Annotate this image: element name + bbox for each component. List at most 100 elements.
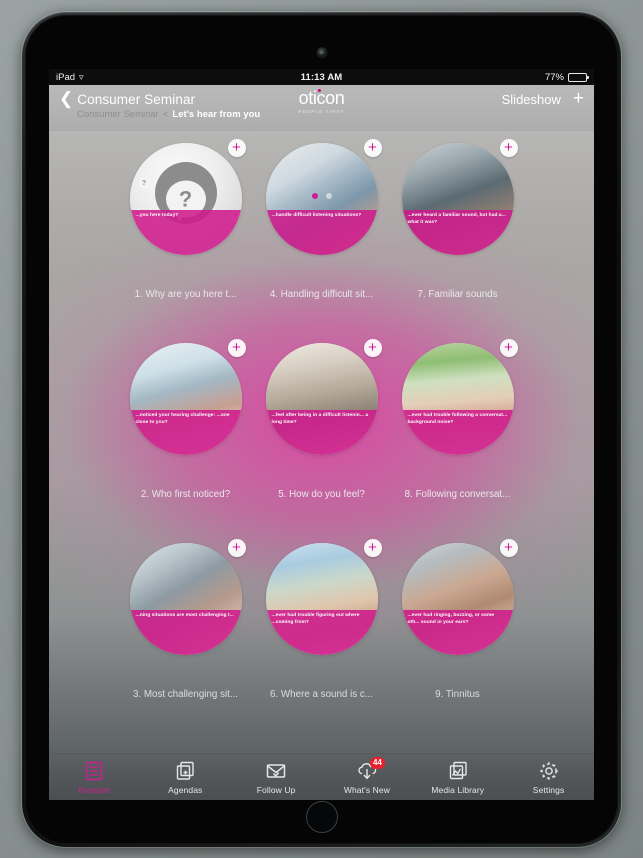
agendas-icon	[174, 760, 196, 782]
card-caption: ...you here today?	[129, 210, 242, 255]
tab-agendas[interactable]: Agendas	[140, 760, 231, 795]
chevron-left-icon[interactable]: ❮	[59, 90, 73, 107]
tab-label: Follow Up	[256, 784, 296, 795]
card-thumbnail[interactable]: ...handle difficult listening situations…	[265, 143, 378, 255]
screenshot-scene: iPad ▿ 11:13 AM 77% oticon PEOPLE FIRST	[0, 0, 643, 858]
card-thumbnail[interactable]: ...feel after being in a difficult liste…	[265, 343, 378, 455]
breadcrumb-current: Let's hear from you	[172, 109, 261, 120]
tab-label: Media Library	[431, 784, 485, 795]
card-thumbnail[interactable]: ...noticed your hearing challenge: ...on…	[129, 343, 242, 455]
card-thumbnail[interactable]: ...ever had trouble following a conversa…	[401, 343, 514, 455]
card-caption: ...ever had ringing, buzzing, or some ot…	[401, 610, 514, 655]
add-to-agenda-plus-icon[interactable]: +	[227, 539, 246, 557]
tab-settings[interactable]: Settings	[503, 760, 594, 795]
card-caption: ...noticed your hearing challenge: ...on…	[129, 410, 242, 455]
tab-label: Browser	[78, 784, 111, 795]
add-to-agenda-plus-icon[interactable]: +	[499, 339, 518, 357]
card-thumbnail[interactable]: ...ever had ringing, buzzing, or some ot…	[401, 543, 514, 655]
card-item[interactable]: ...ning situations are most challenging …	[129, 539, 246, 655]
add-to-agenda-plus-icon[interactable]: +	[499, 539, 518, 557]
battery-icon	[568, 72, 589, 82]
card-label: 3. Most challenging sit...	[132, 689, 239, 700]
notification-badge: 44	[369, 756, 385, 769]
add-to-agenda-plus-icon[interactable]: +	[363, 139, 382, 157]
cloud-download-icon: 44	[356, 756, 385, 782]
card-label: 7. Familiar sounds	[417, 289, 498, 300]
add-to-agenda-plus-icon[interactable]: +	[363, 539, 382, 557]
grid-row: ...ning situations are most challenging …	[49, 531, 594, 731]
card-label: 5. How do you feel?	[278, 489, 365, 500]
tab-label: Agendas	[168, 784, 203, 795]
envelope-check-icon	[265, 760, 287, 782]
page-indicator	[311, 193, 332, 199]
grid-row: ...noticed your hearing challenge: ...on…	[49, 331, 594, 531]
logo-wordmark: oticon	[298, 88, 345, 108]
browser-icon	[83, 760, 105, 782]
add-to-agenda-plus-icon[interactable]: +	[227, 139, 246, 157]
card-thumbnail[interactable]: ? ? ? ? ...you here today?	[129, 143, 242, 255]
card-thumbnail[interactable]: ...ever heard a familiar sound, but had …	[401, 143, 514, 255]
logo-word-text: oticon	[298, 88, 345, 108]
card-labels-row: 2. Who first noticed? 5. How do you feel…	[49, 489, 594, 500]
battery-percent-label: 77%	[544, 71, 564, 83]
card-item[interactable]: ...feel after being in a difficult liste…	[265, 339, 382, 455]
slideshow-button[interactable]: Slideshow	[502, 92, 561, 107]
card-item[interactable]: ...noticed your hearing challenge: ...on…	[129, 339, 246, 455]
tab-label: What's New	[343, 784, 390, 795]
card-label: 2. Who first noticed?	[140, 489, 231, 500]
card-thumbnail[interactable]: ...ning situations are most challenging …	[129, 543, 242, 655]
tab-label: Settings	[532, 784, 565, 795]
gear-icon	[538, 760, 560, 782]
breadcrumb-separator: <	[162, 109, 169, 120]
page-dot-1[interactable]	[311, 193, 318, 199]
card-item[interactable]: ...ever had trouble figuring out where .…	[265, 539, 382, 655]
media-library-icon	[447, 760, 469, 782]
status-bar: iPad ▿ 11:13 AM 77%	[49, 69, 594, 85]
page-title[interactable]: Consumer Seminar	[77, 92, 195, 107]
card-labels-row: 3. Most challenging sit... 6. Where a so…	[49, 689, 594, 700]
add-to-agenda-plus-icon[interactable]: +	[499, 139, 518, 157]
mini-question-icon: ?	[138, 178, 150, 189]
plus-icon[interactable]: +	[573, 89, 584, 108]
home-button[interactable]	[305, 801, 338, 833]
card-label: 1. Why are you here t...	[134, 289, 237, 300]
card-caption: ...ning situations are most challenging …	[129, 610, 242, 655]
logo-pink-dot	[318, 88, 322, 92]
nav-actions: Slideshow +	[502, 89, 584, 109]
front-camera	[317, 48, 326, 57]
grid-row: ? ? ? ? ...you here today? +	[49, 131, 594, 331]
tab-whats-new[interactable]: 44 What's New	[321, 756, 412, 795]
add-to-agenda-plus-icon[interactable]: +	[227, 339, 246, 357]
navigation-bar: oticon PEOPLE FIRST ❮ Consumer Seminar S…	[49, 85, 594, 131]
status-bar-clock: 11:13 AM	[300, 71, 343, 83]
card-item[interactable]: ...handle difficult listening situations…	[265, 139, 382, 255]
card-caption: ...handle difficult listening situations…	[265, 210, 378, 255]
logo-tagline: PEOPLE FIRST	[298, 108, 345, 114]
card-label: 4. Handling difficult sit...	[269, 289, 374, 300]
card-label: 8. Following conversat...	[404, 489, 511, 500]
card-label: 9. Tinnitus	[435, 689, 480, 700]
tab-media-library[interactable]: Media Library	[412, 760, 503, 795]
card-label: 6. Where a sound is c...	[270, 689, 373, 700]
ipad-device-frame: iPad ▿ 11:13 AM 77% oticon PEOPLE FIRST	[22, 12, 621, 847]
card-caption: ...ever heard a familiar sound, but had …	[401, 210, 514, 255]
card-item[interactable]: ...ever heard a familiar sound, but had …	[401, 139, 518, 255]
card-thumbnail[interactable]: ...ever had trouble figuring out where .…	[265, 543, 378, 655]
card-caption: ...ever had trouble figuring out where .…	[265, 610, 378, 655]
browser-grid: ? ? ? ? ...you here today? +	[49, 131, 594, 753]
card-item[interactable]: ? ? ? ? ...you here today? +	[129, 139, 246, 255]
tab-follow-up[interactable]: Follow Up	[231, 760, 322, 795]
triangle-icon	[159, 149, 170, 155]
page-dot-2[interactable]	[325, 193, 332, 199]
status-bar-right: 77%	[544, 71, 589, 83]
card-item[interactable]: ...ever had trouble following a conversa…	[401, 339, 518, 455]
tab-browser[interactable]: Browser	[49, 760, 140, 795]
card-item[interactable]: ...ever had ringing, buzzing, or some ot…	[401, 539, 518, 655]
card-caption: ...ever had trouble following a conversa…	[401, 410, 514, 455]
oticon-logo: oticon PEOPLE FIRST	[298, 88, 345, 114]
tab-bar: Browser Agendas Follow Up 44 What's New …	[49, 753, 594, 800]
ipad-screen: iPad ▿ 11:13 AM 77% oticon PEOPLE FIRST	[49, 69, 594, 800]
add-to-agenda-plus-icon[interactable]: +	[363, 339, 382, 357]
card-caption: ...feel after being in a difficult liste…	[265, 410, 378, 455]
breadcrumb-root[interactable]: Consumer Seminar	[77, 109, 159, 120]
